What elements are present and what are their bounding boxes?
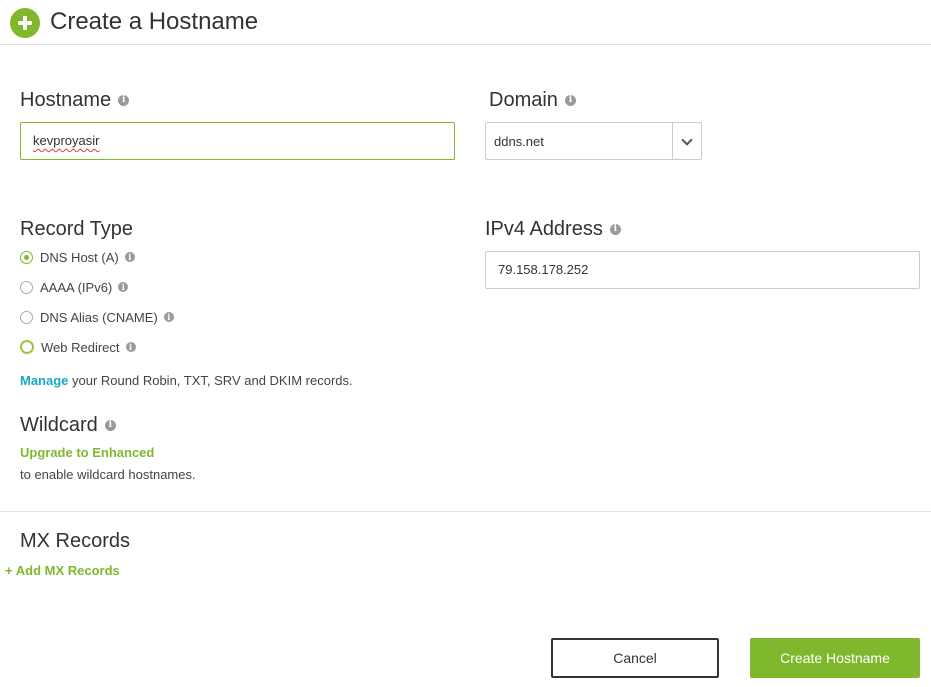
page-title: Create a Hostname bbox=[50, 8, 259, 35]
create-hostname-button[interactable]: Create Hostname bbox=[750, 638, 920, 678]
radio-button[interactable] bbox=[20, 280, 33, 294]
domain-heading: Domain i bbox=[489, 88, 576, 112]
ipv4-input[interactable]: 79.158.178.252 bbox=[485, 251, 920, 289]
plus-circle-icon bbox=[10, 8, 40, 38]
domain-label: Domain bbox=[489, 89, 558, 111]
hostname-value: kevproyasir bbox=[33, 133, 100, 148]
domain-value: ddns.net bbox=[494, 134, 544, 149]
web-redirect-info-icon[interactable]: i bbox=[125, 342, 136, 352]
ipv4-heading: IPv4 Address i bbox=[485, 217, 621, 241]
wildcard-heading: Wildcard i bbox=[20, 413, 116, 437]
radio-aaaa-ipv6[interactable]: AAAA (IPv6) i bbox=[20, 277, 129, 297]
wildcard-label: Wildcard bbox=[20, 414, 98, 436]
aaaa-info-icon[interactable]: i bbox=[118, 282, 129, 292]
radio-label: DNS Host (A) bbox=[40, 249, 119, 265]
dns-host-info-icon[interactable]: i bbox=[124, 252, 135, 262]
radio-label: AAAA (IPv6) bbox=[40, 279, 113, 295]
radio-button-checked[interactable] bbox=[20, 250, 33, 264]
hostname-input[interactable]: kevproyasir bbox=[20, 122, 455, 160]
radio-button[interactable] bbox=[20, 340, 34, 354]
radio-label: Web Redirect bbox=[41, 339, 120, 355]
hostname-label: Hostname bbox=[20, 89, 112, 111]
manage-link[interactable]: Manage bbox=[20, 373, 68, 388]
header-divider bbox=[0, 44, 931, 45]
hostname-heading: Hostname i bbox=[20, 88, 130, 112]
add-mx-records-link[interactable]: + Add MX Records bbox=[5, 563, 120, 578]
radio-label: DNS Alias (CNAME) bbox=[40, 309, 158, 325]
select-divider bbox=[672, 123, 673, 159]
radio-button[interactable] bbox=[20, 310, 33, 324]
ipv4-label: IPv4 Address bbox=[485, 218, 603, 240]
chevron-down-icon[interactable] bbox=[681, 134, 693, 146]
domain-select[interactable]: ddns.net bbox=[485, 122, 702, 160]
manage-description: your Round Robin, TXT, SRV and DKIM reco… bbox=[68, 373, 353, 388]
hostname-info-icon[interactable]: i bbox=[118, 95, 130, 107]
plus-icon: + bbox=[5, 563, 13, 578]
upgrade-link[interactable]: Upgrade to Enhanced bbox=[20, 445, 154, 460]
radio-dns-alias-cname[interactable]: DNS Alias (CNAME) i bbox=[20, 307, 174, 327]
domain-info-icon[interactable]: i bbox=[564, 95, 576, 107]
mx-records-label: MX Records bbox=[20, 530, 131, 552]
ipv4-info-icon[interactable]: i bbox=[609, 224, 621, 236]
radio-web-redirect[interactable]: Web Redirect i bbox=[20, 337, 136, 357]
section-divider bbox=[0, 511, 931, 512]
add-mx-label: Add MX Records bbox=[15, 563, 120, 578]
wildcard-description: to enable wildcard hostnames. bbox=[20, 467, 196, 482]
radio-dns-host-a[interactable]: DNS Host (A) i bbox=[20, 247, 135, 267]
manage-records-text: Manage your Round Robin, TXT, SRV and DK… bbox=[20, 373, 353, 389]
record-type-label: Record Type bbox=[20, 218, 134, 240]
wildcard-info-icon[interactable]: i bbox=[104, 420, 116, 432]
cancel-button[interactable]: Cancel bbox=[551, 638, 719, 678]
cname-info-icon[interactable]: i bbox=[163, 312, 174, 322]
ipv4-value: 79.158.178.252 bbox=[498, 262, 589, 277]
